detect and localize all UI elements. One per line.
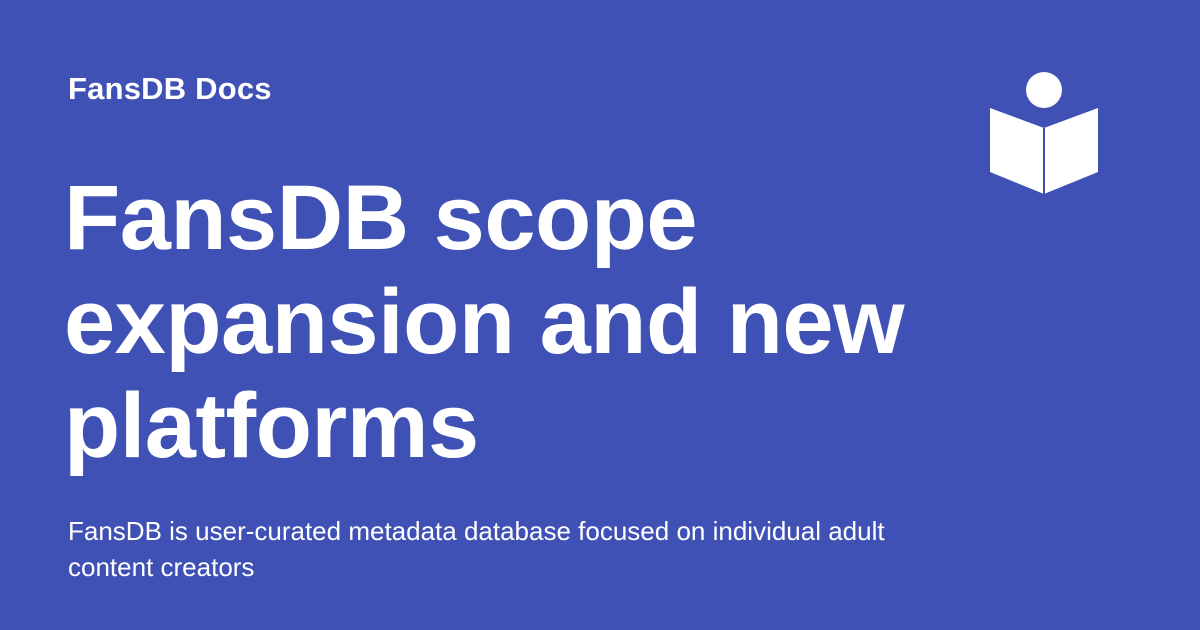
- site-name: FansDB Docs: [68, 71, 272, 106]
- reader-book-icon: [986, 70, 1102, 198]
- page-description: FansDB is user-curated metadata database…: [68, 516, 885, 582]
- page-title: FansDB scope expansion and new platforms: [64, 167, 905, 477]
- social-card: FansDB Docs FansDB scope expansion and n…: [0, 0, 1200, 630]
